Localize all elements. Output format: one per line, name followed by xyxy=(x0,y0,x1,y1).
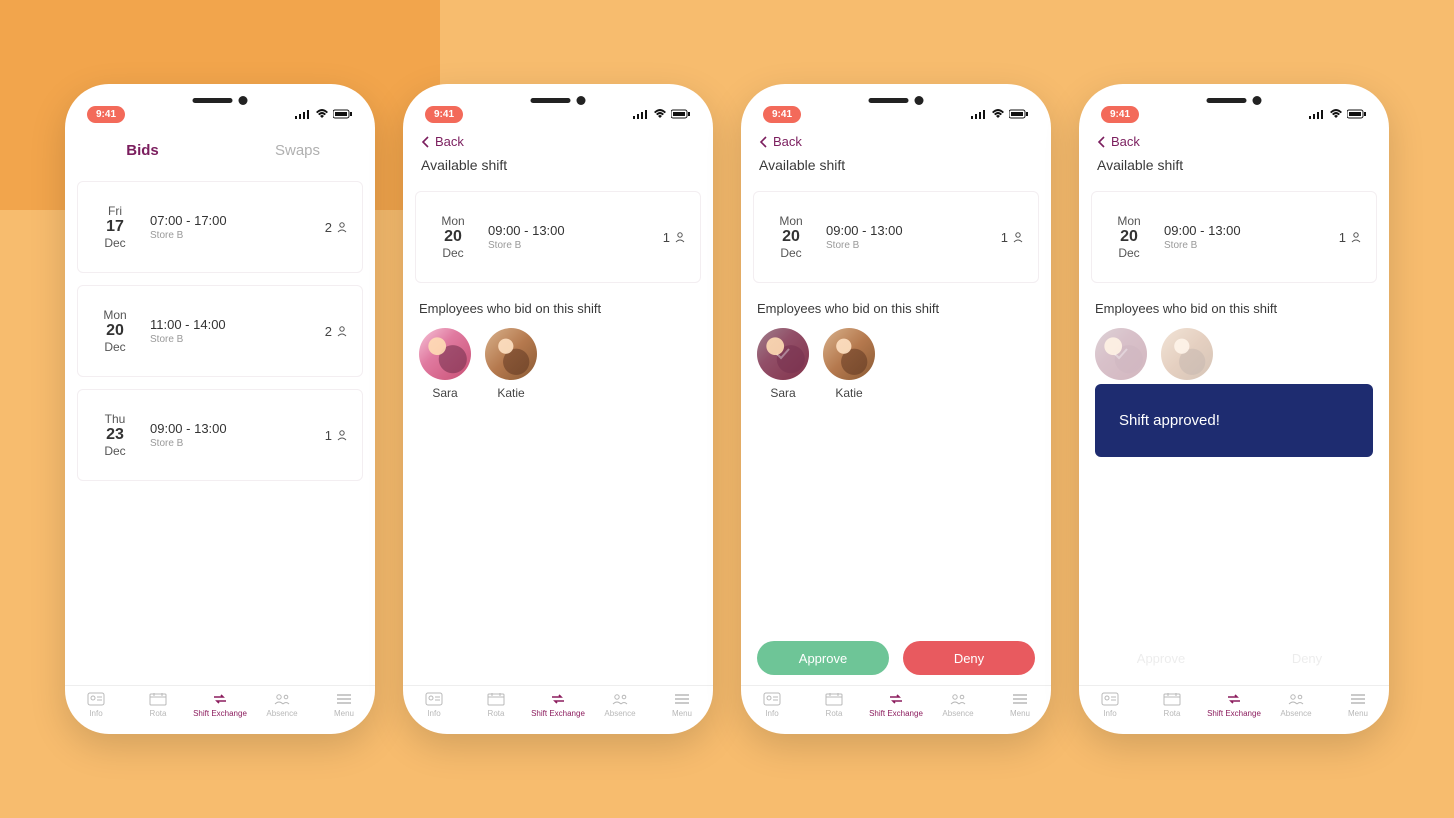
toast-approved: Shift approved! xyxy=(1095,384,1373,457)
signal-icon xyxy=(1309,109,1325,119)
phone-shift-approve: 9:41 Back Available shift Mon 20 Dec xyxy=(741,84,1051,734)
status-time: 9:41 xyxy=(763,106,801,123)
bottom-nav: Info Rota Shift Exchange Absence Menu xyxy=(65,685,375,734)
check-icon xyxy=(757,328,809,380)
approve-button: Approve xyxy=(1095,641,1227,675)
signal-icon xyxy=(971,109,987,119)
employee-item[interactable]: Sara xyxy=(419,328,471,400)
chevron-left-icon xyxy=(1097,136,1107,148)
tab-absence[interactable]: Absence xyxy=(927,692,989,718)
shift-card: Mon 20 Dec 09:00 - 13:00 Store B 1 xyxy=(415,191,701,283)
action-row: Approve Deny xyxy=(1079,641,1389,685)
tab-shift-exchange[interactable]: Shift Exchange xyxy=(865,692,927,718)
phone-shift-approved-toast: 9:41 Back Available shift Mon 20 Dec xyxy=(1079,84,1389,734)
battery-icon xyxy=(333,109,353,119)
status-time: 9:41 xyxy=(87,106,125,123)
section-title: Available shift xyxy=(421,157,695,173)
tab-menu[interactable]: Menu xyxy=(989,692,1051,718)
tabs: Bids Swaps xyxy=(65,142,375,169)
shift-card: Mon 20 Dec 09:00 - 13:00 Store B 1 xyxy=(753,191,1039,283)
wifi-icon xyxy=(315,109,329,119)
back-button[interactable]: Back xyxy=(1097,134,1371,149)
avatar xyxy=(419,328,471,380)
deny-button: Deny xyxy=(1241,641,1373,675)
person-icon xyxy=(336,325,348,337)
signal-icon xyxy=(633,109,649,119)
person-icon xyxy=(336,221,348,233)
battery-icon xyxy=(1347,109,1367,119)
chevron-left-icon xyxy=(759,136,769,148)
tab-info[interactable]: Info xyxy=(1079,692,1141,718)
status-icons xyxy=(295,109,353,119)
notch xyxy=(193,96,248,105)
person-icon xyxy=(336,429,348,441)
battery-icon xyxy=(671,109,691,119)
tab-shift-exchange[interactable]: Shift Exchange xyxy=(1203,692,1265,718)
person-icon xyxy=(1350,231,1362,243)
avatar xyxy=(823,328,875,380)
shift-card: Mon 20 Dec 09:00 - 13:00 Store B 1 xyxy=(1091,191,1377,283)
employee-item[interactable]: Katie xyxy=(823,328,875,400)
tab-rota[interactable]: Rota xyxy=(1141,692,1203,718)
signal-icon xyxy=(295,109,311,119)
tab-shift-exchange[interactable]: Shift Exchange xyxy=(527,692,589,718)
back-button[interactable]: Back xyxy=(759,134,1033,149)
status-time: 9:41 xyxy=(1101,106,1139,123)
person-icon xyxy=(674,231,686,243)
wifi-icon xyxy=(653,109,667,119)
tab-bids[interactable]: Bids xyxy=(65,142,220,169)
shift-card[interactable]: Mon 20 Dec 11:00 - 14:00 Store B 2 xyxy=(77,285,363,377)
tab-info[interactable]: Info xyxy=(403,692,465,718)
person-icon xyxy=(1012,231,1024,243)
check-icon xyxy=(1095,328,1147,380)
employee-item-selected[interactable]: Sara xyxy=(757,328,809,400)
battery-icon xyxy=(1009,109,1029,119)
chevron-left-icon xyxy=(421,136,431,148)
tab-rota[interactable]: Rota xyxy=(465,692,527,718)
approve-button[interactable]: Approve xyxy=(757,641,889,675)
shift-card[interactable]: Thu 23 Dec 09:00 - 13:00 Store B 1 xyxy=(77,389,363,481)
avatar xyxy=(757,328,809,380)
action-row: Approve Deny xyxy=(741,641,1051,685)
wifi-icon xyxy=(1329,109,1343,119)
tab-info[interactable]: Info xyxy=(65,692,127,718)
tab-absence[interactable]: Absence xyxy=(1265,692,1327,718)
tab-menu[interactable]: Menu xyxy=(1327,692,1389,718)
shift-card[interactable]: Fri 17 Dec 07:00 - 17:00 Store B 2 xyxy=(77,181,363,273)
tab-info[interactable]: Info xyxy=(741,692,803,718)
tab-menu[interactable]: Menu xyxy=(313,692,375,718)
tab-shift-exchange[interactable]: Shift Exchange xyxy=(189,692,251,718)
tab-swaps[interactable]: Swaps xyxy=(220,142,375,169)
deny-button[interactable]: Deny xyxy=(903,641,1035,675)
tab-absence[interactable]: Absence xyxy=(251,692,313,718)
phone-bids-list: 9:41 Bids Swaps Fri 17 Dec 07:00 - 17:00 xyxy=(65,84,375,734)
tab-absence[interactable]: Absence xyxy=(589,692,651,718)
employees-heading: Employees who bid on this shift xyxy=(419,301,697,316)
phone-shift-detail: 9:41 Back Available shift Mon 20 Dec xyxy=(403,84,713,734)
tab-rota[interactable]: Rota xyxy=(127,692,189,718)
wifi-icon xyxy=(991,109,1005,119)
tab-menu[interactable]: Menu xyxy=(651,692,713,718)
employee-item[interactable]: Katie xyxy=(485,328,537,400)
avatar xyxy=(485,328,537,380)
status-time: 9:41 xyxy=(425,106,463,123)
back-button[interactable]: Back xyxy=(421,134,695,149)
tab-rota[interactable]: Rota xyxy=(803,692,865,718)
